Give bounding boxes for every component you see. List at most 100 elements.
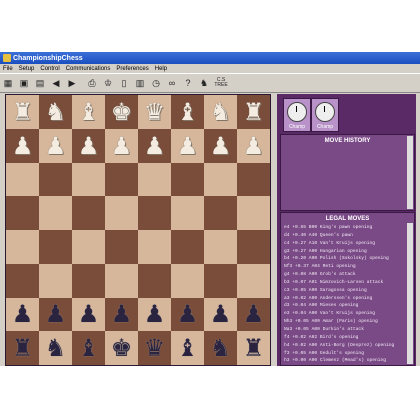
black-pawn-icon[interactable]: ♟ bbox=[111, 302, 133, 326]
board-square[interactable]: ♛ bbox=[138, 331, 171, 365]
level-icon[interactable]: ▥ bbox=[133, 76, 147, 90]
board-square[interactable] bbox=[138, 230, 171, 264]
board-square[interactable] bbox=[39, 230, 72, 264]
legal-move-item[interactable]: Nh3 +0.05 A00 Amar (Paris) opening bbox=[284, 318, 407, 326]
clock-icon[interactable]: ◷ bbox=[149, 76, 163, 90]
legal-moves-scrollbar[interactable] bbox=[407, 223, 413, 364]
white-pawn-icon[interactable]: ♟ bbox=[12, 134, 34, 158]
board-square[interactable] bbox=[237, 162, 270, 197]
chess-board[interactable]: ♜ ♞ ♝ ♚ ♛ ♝ ♞ ♜ ♟ ♟ ♟ ♟ ♟ ♟ ♟ ♟ ♟ ♟ ♟ ♟ ♟ ♟ ♟ ♟ ♜ ♞ ♝ ♚ ♛ ♝ ♞ ♜ bbox=[5, 94, 271, 366]
board-square[interactable]: ♞ bbox=[39, 331, 72, 365]
black-pawn-icon[interactable]: ♟ bbox=[177, 302, 199, 326]
white-queen-icon[interactable]: ♛ bbox=[144, 100, 166, 124]
legal-move-item[interactable]: g3 +0.27 A00 Hungarian opening bbox=[284, 248, 407, 256]
white-pawn-icon[interactable]: ♟ bbox=[111, 134, 133, 158]
board-square[interactable] bbox=[6, 196, 39, 230]
legal-move-item[interactable]: d4 +0.40 A40 Queen's pawn bbox=[284, 232, 407, 240]
black-knight-icon[interactable]: ♞ bbox=[210, 336, 232, 360]
board-square[interactable]: ♟ bbox=[105, 297, 138, 332]
white-bishop-icon[interactable]: ♝ bbox=[177, 100, 199, 124]
legal-move-item[interactable]: b4 +0.20 A00 Polish (Sokolsky) opening bbox=[284, 255, 407, 263]
legal-move-item[interactable]: h4 +0.02 A00 Anti-Borg (Desprez) opening bbox=[284, 342, 407, 350]
history-scrollbar[interactable] bbox=[407, 136, 413, 209]
board-square[interactable]: ♜ bbox=[237, 331, 270, 365]
board-square[interactable]: ♟ bbox=[237, 297, 270, 332]
board-square[interactable]: ♜ bbox=[237, 95, 270, 129]
board-square[interactable] bbox=[105, 263, 138, 298]
board-square[interactable]: ♛ bbox=[138, 95, 171, 129]
board-square[interactable] bbox=[171, 230, 204, 264]
legal-move-item[interactable]: b3 +0.07 A01 Nimzovich-Larsen attack bbox=[284, 279, 407, 287]
board-square[interactable]: ♝ bbox=[72, 331, 105, 365]
menu-communications[interactable]: Communications bbox=[66, 66, 111, 72]
board-square[interactable] bbox=[105, 230, 138, 264]
board-icon[interactable]: ▦ bbox=[1, 76, 15, 90]
board-square[interactable]: ♟ bbox=[204, 297, 237, 332]
board-square[interactable] bbox=[6, 263, 39, 298]
board-square[interactable] bbox=[72, 162, 105, 197]
white-pawn-icon[interactable]: ♟ bbox=[78, 134, 100, 158]
black-king-icon[interactable]: ♚ bbox=[111, 336, 133, 360]
board-square[interactable] bbox=[171, 162, 204, 197]
white-pawn-icon[interactable]: ♟ bbox=[243, 134, 265, 158]
board-square[interactable] bbox=[138, 263, 171, 298]
board-square[interactable] bbox=[204, 230, 237, 264]
board-square[interactable]: ♞ bbox=[204, 95, 237, 129]
help-icon[interactable]: ? bbox=[181, 76, 195, 90]
black-pawn-icon[interactable]: ♟ bbox=[210, 302, 232, 326]
board-square[interactable]: ♟ bbox=[204, 128, 237, 163]
legal-move-item[interactable]: c3 +0.05 A00 Saragossa opening bbox=[284, 287, 407, 295]
black-bishop-icon[interactable]: ♝ bbox=[78, 336, 100, 360]
board-square[interactable] bbox=[72, 263, 105, 298]
menu-setup[interactable]: Setup bbox=[19, 66, 35, 72]
glasses-icon[interactable]: ∞ bbox=[165, 76, 179, 90]
board-square[interactable] bbox=[39, 263, 72, 298]
board-square[interactable]: ♟ bbox=[72, 297, 105, 332]
legal-move-item[interactable]: h3 +0.00 A00 Clemenz (Mead's) opening bbox=[284, 357, 407, 365]
black-bishop-icon[interactable]: ♝ bbox=[177, 336, 199, 360]
white-king-icon[interactable]: ♚ bbox=[111, 100, 133, 124]
legal-move-item[interactable]: e4 +0.55 B00 King's pawn opening bbox=[284, 224, 407, 232]
white-pawn-icon[interactable]: ♟ bbox=[45, 134, 67, 158]
flip-icon[interactable]: ▯ bbox=[117, 76, 131, 90]
board-square[interactable] bbox=[237, 196, 270, 230]
white-bishop-icon[interactable]: ♝ bbox=[78, 100, 100, 124]
black-rook-icon[interactable]: ♜ bbox=[243, 336, 265, 360]
white-rook-icon[interactable]: ♜ bbox=[12, 100, 34, 124]
board-square[interactable]: ♚ bbox=[105, 331, 138, 365]
black-pawn-icon[interactable]: ♟ bbox=[12, 302, 34, 326]
board-square[interactable] bbox=[6, 162, 39, 197]
board-square[interactable] bbox=[237, 263, 270, 298]
board-square[interactable] bbox=[6, 230, 39, 264]
white-pawn-icon[interactable]: ♟ bbox=[177, 134, 199, 158]
pieces-icon[interactable]: ♞ bbox=[197, 76, 211, 90]
board-square[interactable] bbox=[39, 196, 72, 230]
board-square[interactable]: ♟ bbox=[171, 128, 204, 163]
board-square[interactable]: ♟ bbox=[39, 297, 72, 332]
board-square[interactable]: ♟ bbox=[237, 128, 270, 163]
white-pawn-icon[interactable]: ♟ bbox=[210, 134, 232, 158]
legal-move-item[interactable]: a3 +0.02 A00 Anderssen's opening bbox=[284, 295, 407, 303]
black-pawn-icon[interactable]: ♟ bbox=[78, 302, 100, 326]
open-icon[interactable]: ▤ bbox=[33, 76, 47, 90]
black-pawn-icon[interactable]: ♟ bbox=[144, 302, 166, 326]
board-square[interactable] bbox=[171, 263, 204, 298]
hint-icon[interactable]: ♔ bbox=[101, 76, 115, 90]
board-square[interactable] bbox=[204, 196, 237, 230]
board-square[interactable]: ♟ bbox=[138, 297, 171, 332]
white-knight-icon[interactable]: ♞ bbox=[210, 100, 232, 124]
board-square[interactable]: ♞ bbox=[204, 331, 237, 365]
back-icon[interactable]: ◀ bbox=[49, 76, 63, 90]
white-knight-icon[interactable]: ♞ bbox=[45, 100, 67, 124]
forward-icon[interactable]: ▶ bbox=[65, 76, 79, 90]
menu-preferences[interactable]: Preferences bbox=[116, 66, 148, 72]
legal-move-item[interactable]: Nf3 +0.37 A04 Reti opening bbox=[284, 263, 407, 271]
black-queen-icon[interactable]: ♛ bbox=[144, 336, 166, 360]
board-square[interactable]: ♟ bbox=[6, 297, 39, 332]
white-rook-icon[interactable]: ♜ bbox=[243, 100, 265, 124]
legal-move-item[interactable]: f3 +0.05 A00 Gedult's opening bbox=[284, 350, 407, 358]
black-knight-icon[interactable]: ♞ bbox=[45, 336, 67, 360]
save-icon[interactable]: ▣ bbox=[17, 76, 31, 90]
legal-move-item[interactable]: d3 +0.04 A00 Mieses opening bbox=[284, 302, 407, 310]
board-square[interactable]: ♟ bbox=[171, 297, 204, 332]
